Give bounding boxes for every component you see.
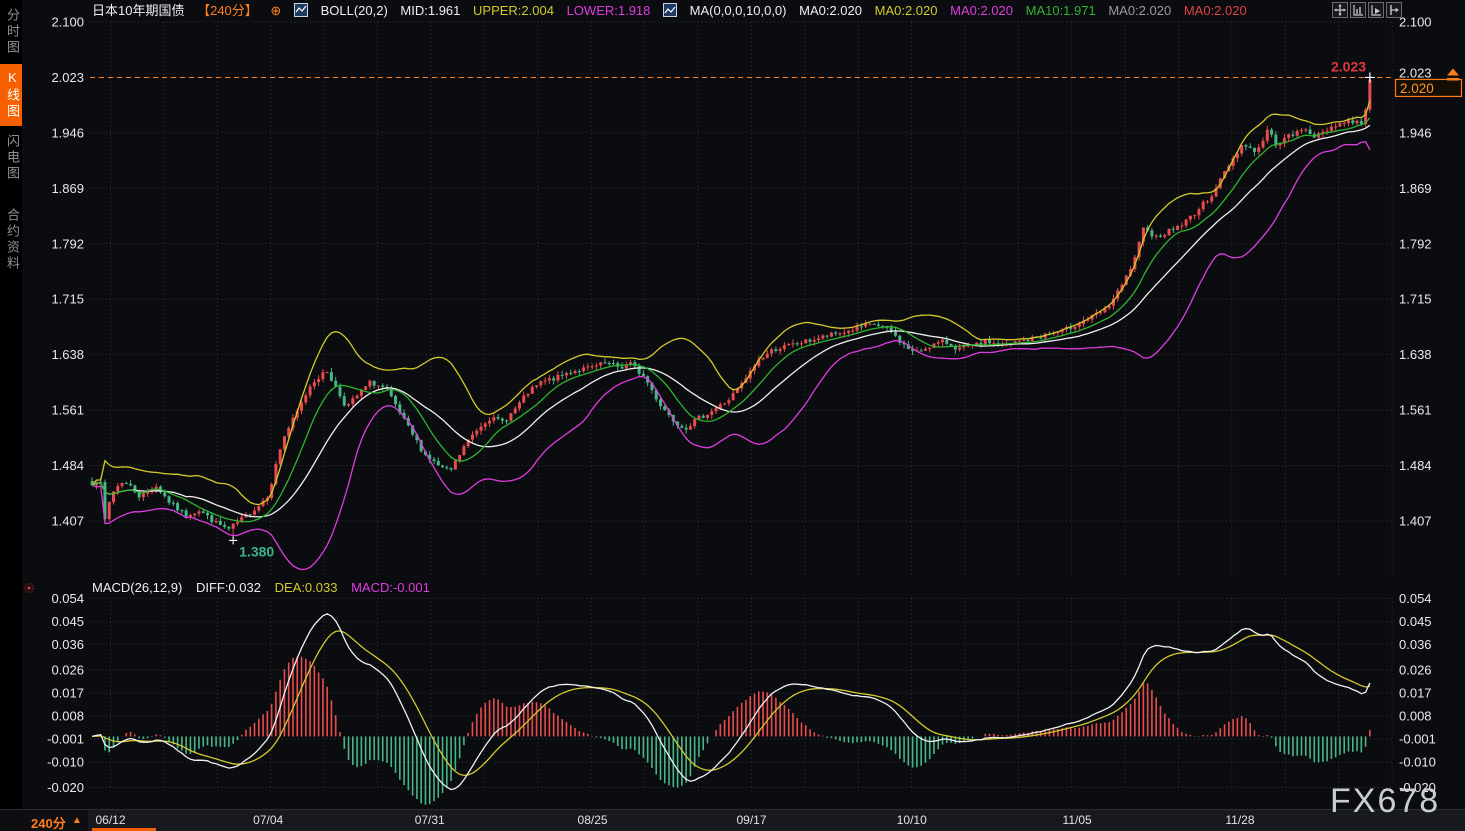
ma-value-0: MA0:2.020 (799, 3, 862, 18)
boll-lower-value: LOWER:1.918 (567, 3, 651, 18)
price-axis-tick: 1.715 (1399, 292, 1432, 307)
ma-value-2: MA0:2.020 (950, 3, 1013, 18)
sidebar-tab-contract-info[interactable]: 合约资料 (0, 202, 22, 278)
pan-crosshair-icon[interactable] (1332, 2, 1348, 18)
price-axis-tick: 1.792 (1399, 236, 1432, 251)
macd-axis-tick: 0.036 (1399, 637, 1432, 652)
macd-axis-tick: 0.036 (51, 637, 84, 652)
axis-labels: 2.100 2.100 2.023 2.023 1.946 1.946 1.869 1.869… (47, 15, 1436, 796)
time-axis-bar: 240分 ▲ 06/12 07/04 07/31 08/25 09/17 10/10 11/… (0, 809, 1465, 831)
price-axis-tick: 1.484 (51, 458, 84, 473)
ma-value-4: MA0:2.020 (1108, 3, 1171, 18)
macd-axis-tick: 0.054 (51, 591, 84, 606)
candlesticks (91, 77, 1372, 540)
period-selector[interactable]: 240分 (31, 813, 66, 831)
period-dropdown-arrow-icon[interactable]: ▲ (72, 815, 82, 826)
date-label: 11/28 (1225, 813, 1254, 827)
price-marker-icon (1447, 68, 1459, 80)
date-label: 11/05 (1063, 813, 1092, 827)
symbol-title: 日本10年期国债 (92, 3, 184, 18)
date-label: 09/17 (736, 813, 766, 827)
macd-legend: MACD(26,12,9) DIFF:0.032 DEA:0.033 MACD:… (92, 580, 440, 595)
price-axis-tick: 1.946 (1399, 125, 1432, 140)
chart-markers: 2.023 1.380 2.020 (90, 58, 1462, 559)
sidebar-tab-lightning-chart[interactable]: 闪电图 (0, 128, 22, 188)
macd-axis-tick: 0.045 (1399, 614, 1432, 629)
boll-mid-value: MID:1.961 (400, 3, 460, 18)
last-price-value: 2.020 (1400, 81, 1434, 96)
date-label: 08/25 (578, 813, 608, 827)
price-axis-tick: 2.100 (51, 15, 84, 30)
last-high-cross-icon (1365, 72, 1375, 82)
price-axis-tick: 1.484 (1399, 458, 1432, 473)
sidebar-tab-time-chart[interactable]: 分时图 (0, 2, 22, 62)
macd-axis-tick: -0.010 (1399, 754, 1436, 769)
boll-indicator-icon[interactable] (294, 3, 308, 17)
jump-to-latest-icon[interactable] (1386, 2, 1402, 18)
grid-lines (90, 22, 1394, 788)
price-axis-tick: 1.561 (51, 403, 84, 418)
price-axis-tick: 2.023 (51, 70, 84, 85)
indicator-legend: 日本10年期国债 【240分】 ⊕ BOLL(20,2) MID:1.961 U… (92, 3, 1256, 19)
price-axis-tick: 1.638 (1399, 347, 1432, 362)
macd-macd-value: MACD:-0.001 (351, 580, 430, 595)
macd-settings-icon[interactable] (23, 581, 35, 593)
low-price-label: 1.380 (239, 543, 274, 559)
boll-upper-value: UPPER:2.004 (473, 3, 554, 18)
low-cross-icon (229, 536, 237, 544)
price-axis-tick: 1.869 (51, 181, 84, 196)
boll-ma-lines (92, 101, 1370, 570)
macd-axis-tick: -0.001 (47, 731, 84, 746)
macd-axis-tick: 0.054 (1399, 591, 1432, 606)
price-axis-tick: 1.407 (51, 513, 84, 528)
macd-axis-tick: 0.008 (1399, 708, 1432, 723)
price-axis-tick: 1.792 (51, 236, 84, 251)
ma-value-1: MA0:2.020 (875, 3, 938, 18)
ma-value-5: MA0:2.020 (1184, 3, 1247, 18)
macd-axis-tick: 0.026 (1399, 662, 1432, 677)
ma-value-3: MA10:1.971 (1026, 3, 1096, 18)
boll-label: BOLL(20,2) (321, 3, 388, 18)
date-label: 07/04 (253, 813, 283, 827)
sidebar: 分时图 K线图 闪电图 合约资料 (0, 0, 22, 831)
macd-axis-tick: 0.017 (51, 685, 84, 700)
fx678-watermark: FX678 (1330, 782, 1440, 821)
price-axis-tick: 1.638 (51, 347, 84, 362)
macd-axis-tick: 0.008 (51, 708, 84, 723)
macd-axis-tick: 0.026 (51, 662, 84, 677)
chart-canvas[interactable]: 2.100 2.100 2.023 2.023 1.946 1.946 1.869 1.869… (0, 0, 1465, 831)
macd-axis-tick: -0.020 (47, 780, 84, 795)
price-axis-tick: 1.946 (51, 125, 84, 140)
ma-indicator-icon[interactable] (663, 3, 677, 17)
price-axis-tick: 1.407 (1399, 513, 1432, 528)
chart-toolbar (1332, 2, 1402, 18)
macd-axis-tick: 0.017 (1399, 685, 1432, 700)
price-axis-tick: 1.561 (1399, 403, 1432, 418)
price-axis-tick: 1.715 (51, 292, 84, 307)
add-indicator-icon[interactable]: ⊕ (270, 3, 281, 18)
axis-scale-bars-icon[interactable] (1350, 2, 1366, 18)
date-label: 06/12 (95, 813, 125, 827)
macd-axis-tick: -0.010 (47, 754, 84, 769)
period-badge[interactable]: 【240分】 (197, 3, 258, 18)
date-label: 07/31 (415, 813, 445, 827)
price-axis-tick: 2.100 (1399, 15, 1432, 30)
macd-diff-value: DIFF:0.032 (196, 580, 261, 595)
macd-axis-tick: -0.001 (1399, 731, 1436, 746)
axis-scale-play-icon[interactable] (1368, 2, 1384, 18)
macd-axis-tick: 0.045 (51, 614, 84, 629)
price-axis-tick: 2.023 (1399, 65, 1432, 80)
high-price-label: 2.023 (1331, 58, 1366, 74)
ma-label: MA(0,0,0,10,0,0) (690, 3, 787, 18)
sidebar-tab-kline-chart[interactable]: K线图 (0, 64, 22, 126)
price-axis-tick: 1.869 (1399, 181, 1432, 196)
macd-dea-value: DEA:0.033 (275, 580, 338, 595)
date-label: 10/10 (897, 813, 927, 827)
trading-app-window: 2.100 2.100 2.023 2.023 1.946 1.946 1.869 1.869… (0, 0, 1465, 831)
macd-title: MACD(26,12,9) (92, 580, 182, 595)
